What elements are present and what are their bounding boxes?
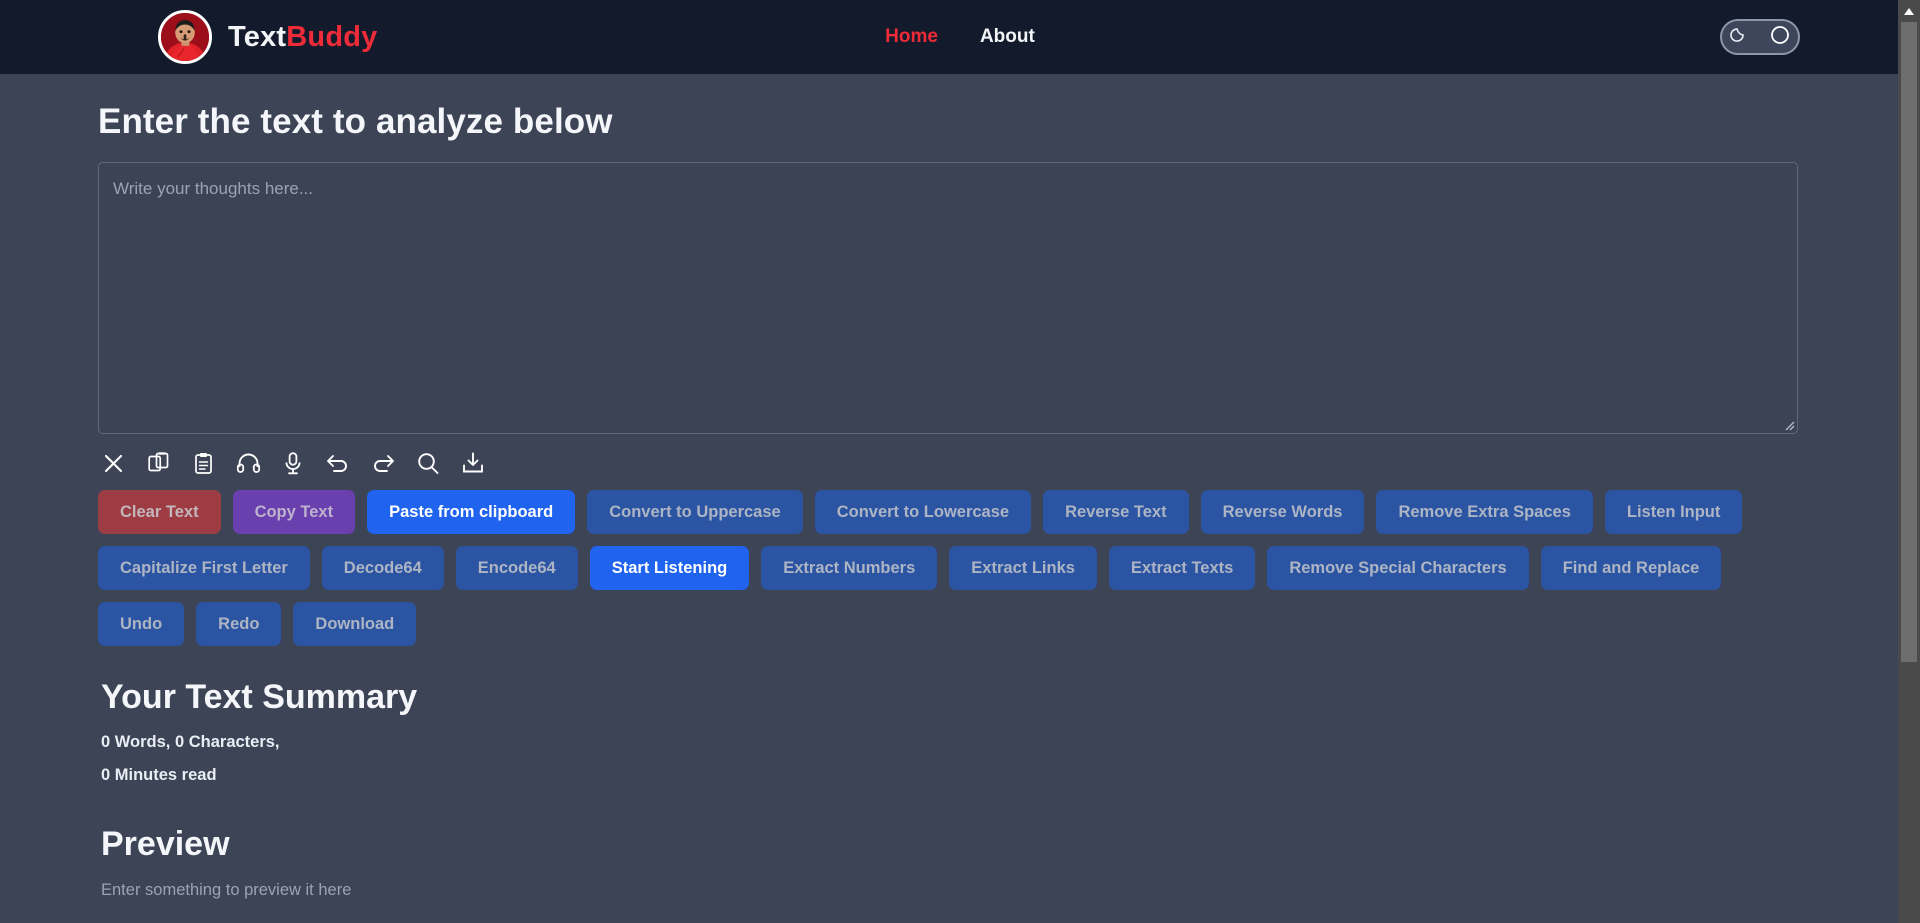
undo-icon[interactable]	[326, 450, 350, 476]
remove-special-characters-button[interactable]: Remove Special Characters	[1267, 546, 1529, 590]
page-viewport: TextBuddy Home About Enter the text to a…	[0, 0, 1920, 923]
scroll-up-arrow-icon[interactable]	[1898, 0, 1920, 22]
action-button-row-1: Clear Text Copy Text Paste from clipboar…	[98, 490, 1822, 534]
extract-texts-button[interactable]: Extract Texts	[1108, 546, 1256, 590]
action-button-row-3: Undo Redo Download	[98, 602, 1822, 646]
action-button-row-2: Capitalize First Letter Decode64 Encode6…	[98, 546, 1822, 590]
remove-extra-spaces-button[interactable]: Remove Extra Spaces	[1376, 490, 1593, 534]
copy-icon[interactable]	[146, 450, 170, 476]
redo-icon[interactable]	[371, 450, 395, 476]
preview-empty-text: Enter something to preview it here	[101, 880, 352, 899]
brand-title-primary: Text	[228, 20, 287, 53]
brand-logo[interactable]: TextBuddy	[158, 10, 378, 64]
reverse-text-button[interactable]: Reverse Text	[1043, 490, 1189, 534]
clipboard-icon[interactable]	[191, 450, 215, 476]
textarea-placeholder: Write your thoughts here...	[113, 179, 314, 198]
theme-toggle-wrapper	[1720, 19, 1800, 55]
navbar: TextBuddy Home About	[0, 0, 1920, 74]
brand-title-accent: Buddy	[286, 20, 378, 53]
circle-knob-icon[interactable]	[1769, 24, 1791, 51]
search-icon[interactable]	[416, 450, 440, 476]
moon-icon	[1729, 25, 1749, 50]
clear-text-button[interactable]: Clear Text	[98, 490, 221, 534]
start-listening-button[interactable]: Start Listening	[589, 546, 750, 590]
summary-counts: 0 Words, 0 Characters,	[101, 733, 280, 751]
summary-read-time: 0 Minutes read	[101, 766, 217, 784]
text-input-area[interactable]: Write your thoughts here...	[98, 162, 1798, 434]
convert-to-uppercase-button[interactable]: Convert to Uppercase	[587, 490, 803, 534]
summary-title: Your Text Summary	[101, 678, 418, 716]
nav-link-home[interactable]: Home	[885, 26, 938, 48]
download-button[interactable]: Download	[293, 602, 417, 646]
page-title: Enter the text to analyze below	[98, 102, 613, 141]
microphone-icon[interactable]	[281, 450, 305, 476]
scrollbar-thumb[interactable]	[1901, 22, 1917, 662]
paste-from-clipboard-button[interactable]: Paste from clipboard	[367, 490, 576, 534]
nav-links: Home About	[885, 26, 1035, 48]
decode64-button[interactable]: Decode64	[321, 546, 444, 590]
close-icon[interactable]	[101, 450, 125, 476]
page-scrollbar[interactable]	[1898, 0, 1920, 923]
listen-input-button[interactable]: Listen Input	[1604, 490, 1743, 534]
find-and-replace-button[interactable]: Find and Replace	[1540, 546, 1722, 590]
extract-numbers-button[interactable]: Extract Numbers	[761, 546, 938, 590]
action-buttons: Clear Text Copy Text Paste from clipboar…	[98, 490, 1822, 646]
capitalize-first-letter-button[interactable]: Capitalize First Letter	[98, 546, 310, 590]
convert-to-lowercase-button[interactable]: Convert to Lowercase	[814, 490, 1032, 534]
nav-link-about[interactable]: About	[980, 26, 1035, 48]
brand-title: TextBuddy	[228, 21, 378, 54]
preview-title: Preview	[101, 825, 230, 863]
theme-toggle-switch[interactable]	[1720, 19, 1800, 55]
download-icon[interactable]	[461, 450, 485, 476]
main-container: Enter the text to analyze below Write yo…	[0, 102, 1920, 900]
icon-toolbar	[101, 448, 1822, 478]
reverse-words-button[interactable]: Reverse Words	[1200, 490, 1365, 534]
redo-button[interactable]: Redo	[196, 602, 282, 646]
user-avatar-icon	[158, 10, 212, 64]
headphones-icon[interactable]	[236, 450, 260, 476]
resize-grip-icon[interactable]	[1781, 417, 1795, 431]
extract-links-button[interactable]: Extract Links	[949, 546, 1097, 590]
undo-button[interactable]: Undo	[98, 602, 185, 646]
encode64-button[interactable]: Encode64	[455, 546, 578, 590]
copy-text-button[interactable]: Copy Text	[232, 490, 356, 534]
